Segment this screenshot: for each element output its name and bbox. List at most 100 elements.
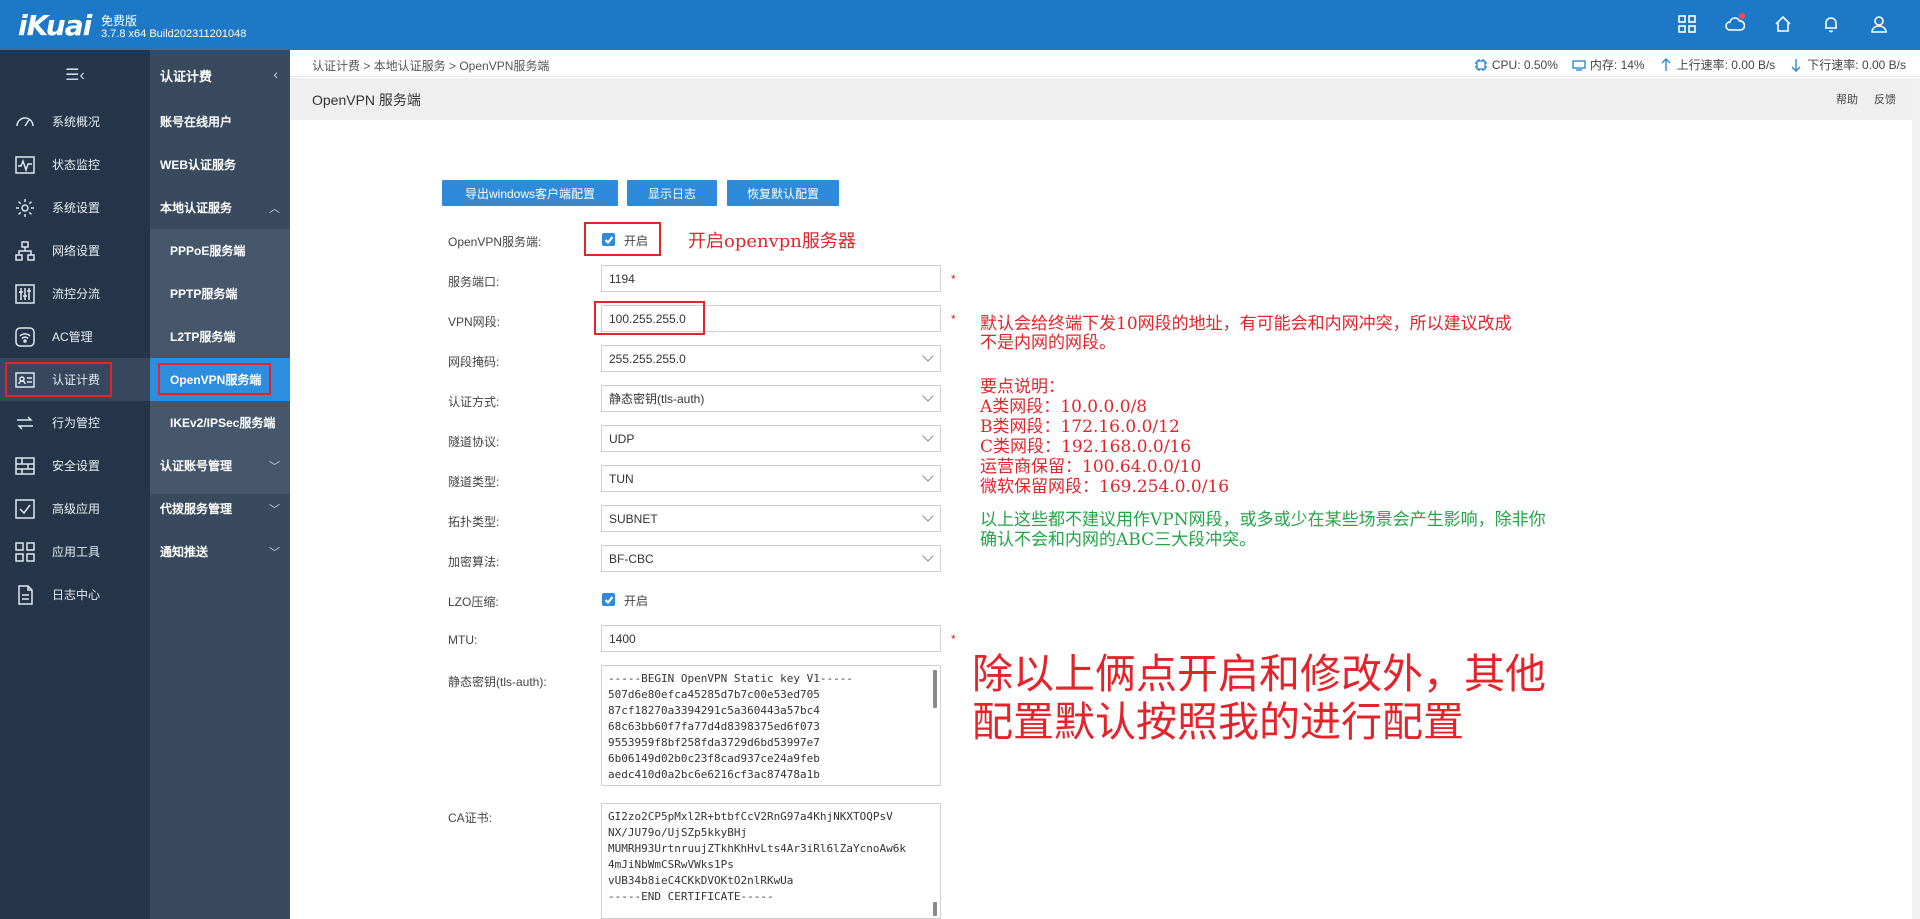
- sidebar-toggle[interactable]: ☰‹: [0, 50, 150, 100]
- mtu-label: MTU:: [448, 633, 478, 647]
- mask-select[interactable]: 255.255.255.0: [601, 345, 941, 372]
- submenu-item-l2tp[interactable]: L2TP服务端: [150, 315, 290, 358]
- submenu-item-local-auth[interactable]: 本地认证服务 ︿: [150, 186, 290, 229]
- sidebar-item-label: 日志中心: [52, 588, 101, 602]
- check-icon: [12, 496, 38, 522]
- upload-stat: 上行速率: 0.00 B/s: [1659, 56, 1775, 73]
- static-key-textarea[interactable]: -----BEGIN OpenVPN Static key V1----- 50…: [601, 665, 941, 786]
- submenu-item-web-auth[interactable]: WEB认证服务: [150, 143, 290, 186]
- sidebar-item-label: 网络设置: [52, 244, 101, 258]
- sidebar-item-monitor[interactable]: 状态监控: [0, 143, 150, 186]
- ca-line: -----END CERTIFICATE-----: [608, 890, 774, 903]
- submenu-item-ikev2[interactable]: IKEv2/IPSec服务端: [150, 401, 290, 444]
- sidebar-item-label: 行为管控: [52, 416, 101, 430]
- title-links: 帮助 反馈: [1836, 91, 1896, 107]
- sidebar-item-behavior[interactable]: 行为管控: [0, 401, 150, 444]
- port-field[interactable]: 1194: [601, 265, 941, 292]
- sidebar-item-network[interactable]: 网络设置: [0, 229, 150, 272]
- submenu-item-accounts[interactable]: 认证账号管理 ﹀: [150, 444, 290, 487]
- monitor-icon: [12, 152, 38, 178]
- sidebar-item-label: 状态监控: [52, 158, 101, 172]
- upload-arrow-icon: [1661, 57, 1671, 71]
- feedback-link[interactable]: 反馈: [1874, 91, 1896, 107]
- sidebar-item-overview[interactable]: 系统概况: [0, 100, 150, 143]
- submenu-item-label: 本地认证服务: [160, 201, 233, 215]
- submenu-title: 认证计费 ‹: [150, 50, 290, 100]
- submenu-item-label: 账号在线用户: [160, 115, 233, 129]
- sidebar-item-label: AC管理: [52, 330, 93, 344]
- sidebar-item-tools[interactable]: 应用工具: [0, 530, 150, 573]
- logo: iKuai: [18, 9, 92, 42]
- sidebar-item-advanced[interactable]: 高级应用: [0, 487, 150, 530]
- key-line: 9553959f8bf258fda3729d6bd53997e7: [608, 736, 820, 749]
- sidebar-item-ac[interactable]: AC管理: [0, 315, 150, 358]
- tun-value: TUN: [609, 471, 634, 486]
- cpu-icon: [1474, 58, 1487, 71]
- chevron-down-icon: [922, 350, 934, 362]
- submenu-item-dial[interactable]: 代拨服务管理 ﹀: [150, 487, 290, 530]
- collapse-menu-icon[interactable]: ☰‹: [65, 65, 85, 85]
- key-line: 68c63bb60f7fa77d4d8398375ed6f073: [608, 720, 820, 733]
- proto-value: UDP: [609, 431, 635, 446]
- lzo-label: LZO压缩:: [448, 595, 499, 609]
- home-icon[interactable]: [1772, 13, 1794, 35]
- chevron-down-icon: [922, 510, 934, 522]
- submenu-item-notify[interactable]: 通知推送 ﹀: [150, 530, 290, 573]
- top-icons: [1676, 13, 1890, 35]
- sidebar-item-flow[interactable]: 流控分流: [0, 272, 150, 315]
- download-arrow-icon: [1791, 58, 1801, 72]
- cloud-icon[interactable]: [1724, 13, 1746, 35]
- key-line: aedc410d0a2bc6e6216cf3ac87478a1b: [608, 768, 820, 781]
- chevron-down-icon: [922, 390, 934, 402]
- submenu-item-pppoe[interactable]: PPPoE服务端: [150, 229, 290, 272]
- export-config-button[interactable]: 导出windows客户端配置: [442, 180, 618, 206]
- restore-default-button[interactable]: 恢复默认配置: [727, 180, 839, 206]
- static-key-label: 静态密钥(tls-auth):: [448, 675, 547, 689]
- submenu-item-pptp[interactable]: PPTP服务端: [150, 272, 290, 315]
- sidebar-item-system[interactable]: 系统设置: [0, 186, 150, 229]
- annotation-green-2: 确认不会和内网的ABC三大段冲突。: [980, 530, 1257, 550]
- show-log-button[interactable]: 显示日志: [627, 180, 717, 206]
- help-link[interactable]: 帮助: [1836, 91, 1858, 107]
- key-line: 6b06149d02b0c23f8cad937ce24a9feb: [608, 752, 820, 765]
- title-bar: OpenVPN 服务端 帮助 反馈: [290, 78, 1912, 120]
- chevron-down-icon: ﹀: [269, 461, 280, 473]
- cipher-select[interactable]: BF-CBC: [601, 545, 941, 572]
- annotation-box-enable: [584, 222, 661, 256]
- chevron-down-icon: ﹀: [269, 504, 280, 516]
- textarea-scrollbar[interactable]: [933, 902, 937, 916]
- page-title: OpenVPN 服务端: [312, 92, 421, 108]
- breadcrumb: 认证计费 > 本地认证服务 > OpenVPN服务端: [312, 59, 550, 73]
- mtu-field[interactable]: 1400: [601, 625, 941, 652]
- submenu-item-label: WEB认证服务: [160, 158, 236, 172]
- textarea-scrollbar[interactable]: [933, 670, 937, 708]
- required-mark: *: [951, 312, 956, 326]
- vpn-net-label: VPN网段:: [448, 315, 501, 329]
- sidebar-item-security[interactable]: 安全设置: [0, 444, 150, 487]
- sidebar-item-label: 高级应用: [52, 502, 101, 516]
- wifi-icon: [12, 324, 38, 350]
- submenu-item-online-users[interactable]: 账号在线用户: [150, 100, 290, 143]
- bell-icon[interactable]: [1820, 13, 1842, 35]
- mtu-value: 1400: [609, 631, 636, 646]
- auth-select[interactable]: 静态密钥(tls-auth): [601, 385, 941, 412]
- user-icon[interactable]: [1868, 13, 1890, 35]
- chevron-down-icon: [922, 430, 934, 442]
- chevron-left-icon[interactable]: ‹: [273, 66, 278, 82]
- proto-select[interactable]: UDP: [601, 425, 941, 452]
- topo-select[interactable]: SUBNET: [601, 505, 941, 532]
- tun-select[interactable]: TUN: [601, 465, 941, 492]
- chevron-down-icon: ﹀: [269, 547, 280, 559]
- sidebar-item-label: 系统概况: [52, 115, 101, 129]
- annotation-box-auth-menu: [5, 362, 112, 397]
- mask-label: 网段掩码:: [448, 355, 500, 369]
- ca-cert-textarea[interactable]: GI2zo2CP5pMxl2R+btbfCcV2RnG97a4KhjNKXTOQ…: [601, 803, 941, 919]
- network-icon: [12, 238, 38, 264]
- dashboard-icon: [12, 109, 38, 135]
- apps-icon[interactable]: [1676, 13, 1698, 35]
- ca-line: GI2zo2CP5pMxl2R+btbfCcV2RnG97a4KhjNKXTOQ…: [608, 810, 893, 823]
- sidebar-item-log[interactable]: 日志中心: [0, 573, 150, 616]
- page-scrollbar[interactable]: [1912, 78, 1920, 919]
- lzo-enable-checkbox[interactable]: [602, 593, 615, 606]
- key-line: 87cf18270a3394291c5a360443a57bc4: [608, 704, 820, 717]
